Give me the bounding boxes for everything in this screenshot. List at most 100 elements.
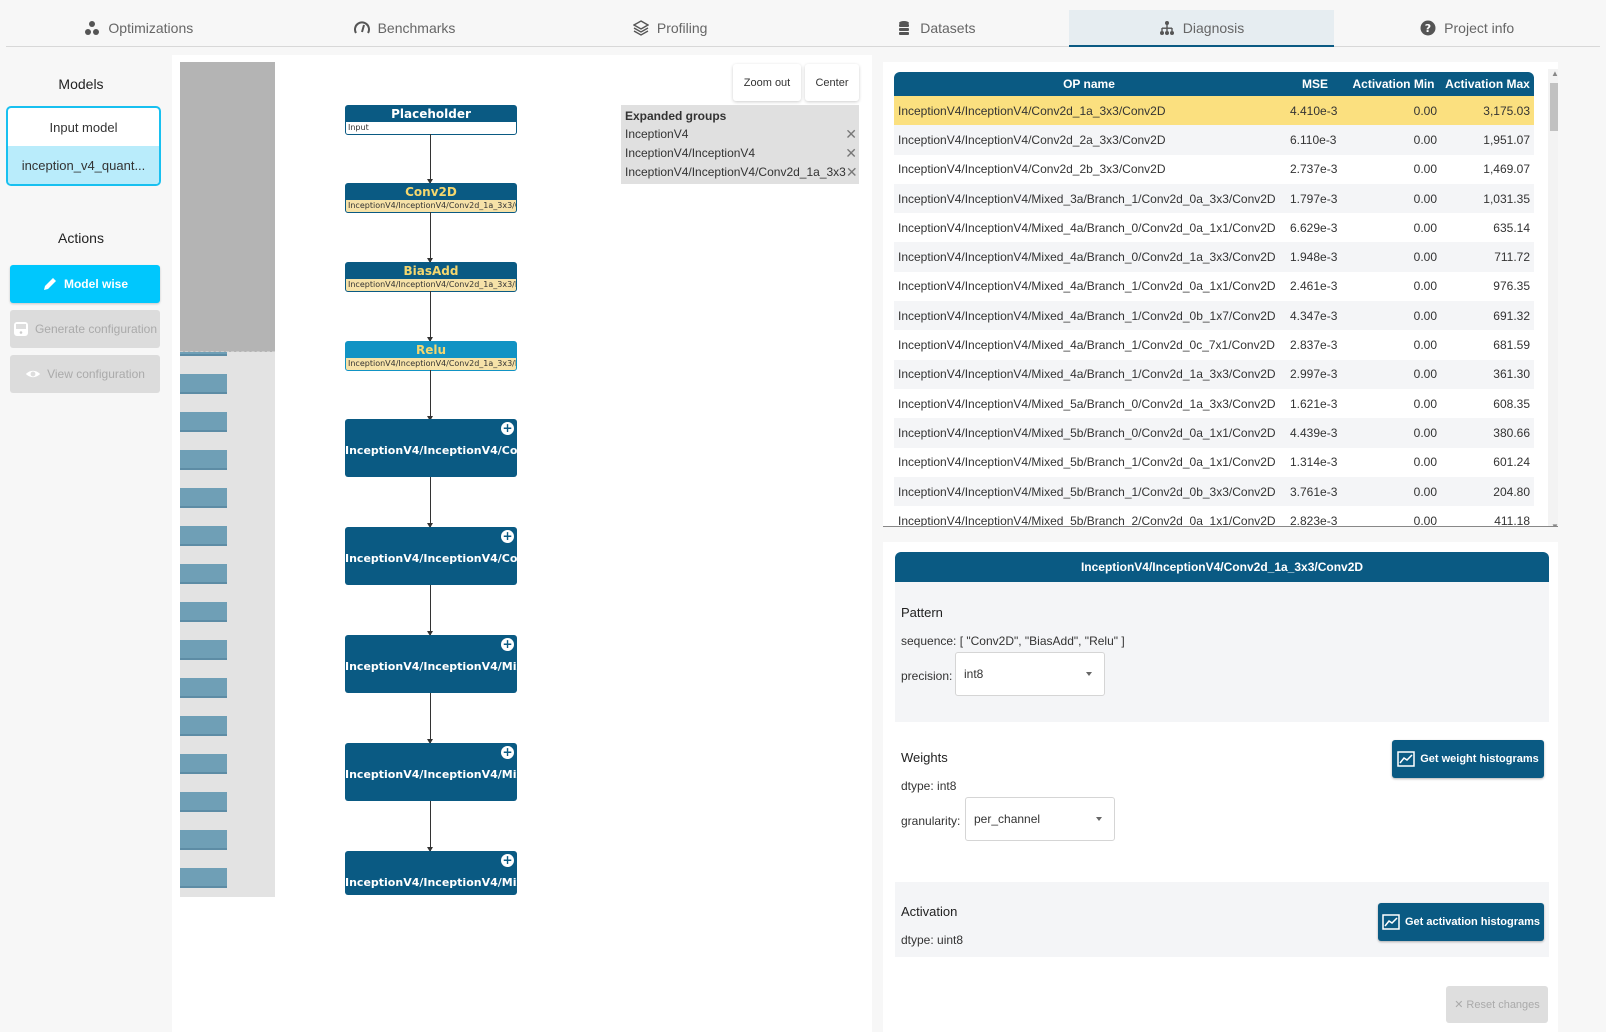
- tab-optimizations[interactable]: Optimizations: [6, 10, 272, 46]
- table-row[interactable]: InceptionV4/InceptionV4/Mixed_4a/Branch_…: [894, 213, 1534, 242]
- cell-activation-max: 635.14: [1493, 220, 1530, 235]
- view-configuration-button[interactable]: View configuration: [10, 355, 160, 393]
- graph-group-node[interactable]: + InceptionV4/InceptionV4/Mixed: [345, 635, 517, 693]
- tab-project-info[interactable]: ? Project info: [1334, 10, 1600, 46]
- cell-activation-max: 691.32: [1441, 301, 1534, 331]
- sitemap-icon: [1159, 21, 1174, 35]
- graph-group-node[interactable]: + InceptionV4/InceptionV4/Conv: [345, 419, 517, 477]
- graph-group-node[interactable]: + InceptionV4/InceptionV4/Mixed: [345, 851, 517, 895]
- cell-op-name: InceptionV4/InceptionV4/Conv2d_2b_3x3/Co…: [898, 162, 1166, 177]
- graph-group-node[interactable]: + InceptionV4/InceptionV4/Conv: [345, 527, 517, 585]
- expanded-group-label: InceptionV4: [625, 127, 689, 141]
- expand-plus-icon[interactable]: +: [501, 530, 514, 543]
- cell-mse: 2.997e-3: [1284, 359, 1346, 389]
- table-row[interactable]: InceptionV4/InceptionV4/Mixed_4a/Branch_…: [894, 301, 1534, 331]
- table-row[interactable]: InceptionV4/InceptionV4/Mixed_5b/Branch_…: [894, 506, 1534, 527]
- table-row[interactable]: InceptionV4/InceptionV4/Mixed_5a/Branch_…: [894, 389, 1534, 418]
- chevron-down-icon: [1086, 672, 1092, 676]
- column-header-activation-min[interactable]: Activation Min: [1346, 72, 1441, 96]
- reset-changes-button[interactable]: ✕ Reset changes: [1446, 986, 1548, 1023]
- graph-edge: [427, 693, 433, 744]
- precision-select[interactable]: int8: [955, 652, 1105, 696]
- minimap-node: [180, 830, 227, 850]
- scrollbar-thumb[interactable]: [1550, 83, 1558, 131]
- expand-plus-icon[interactable]: +: [501, 422, 514, 435]
- cell-activation-min: 0.00: [1346, 476, 1441, 507]
- cell-op-name: InceptionV4/InceptionV4/Mixed_4a/Branch_…: [898, 279, 1276, 294]
- column-header-mse[interactable]: MSE: [1284, 72, 1346, 96]
- tab-datasets[interactable]: Datasets: [803, 10, 1069, 46]
- expanded-group-item: InceptionV4/InceptionV4/Conv2d_1a_3x3 ✕: [623, 163, 858, 182]
- graph-node-conv2d[interactable]: Conv2D InceptionV4/InceptionV4/Conv2d_1a…: [345, 183, 517, 213]
- table-row[interactable]: InceptionV4/InceptionV4/Mixed_4a/Branch_…: [894, 242, 1534, 272]
- expand-plus-icon[interactable]: +: [501, 638, 514, 651]
- table-row[interactable]: InceptionV4/InceptionV4/Mixed_3a/Branch_…: [894, 183, 1534, 214]
- granularity-select[interactable]: per_channel: [965, 797, 1115, 841]
- scroll-up-icon[interactable]: ▲: [1551, 69, 1558, 78]
- cell-activation-min: 0.00: [1413, 455, 1437, 470]
- center-button[interactable]: Center: [805, 64, 859, 101]
- generate-configuration-label: Generate configuration: [34, 322, 158, 336]
- weights-title: Weights: [901, 750, 948, 765]
- cell-activation-min: 0.00: [1346, 96, 1441, 126]
- cell-activation-max: 1,469.07: [1483, 162, 1530, 177]
- view-configuration-label: View configuration: [47, 367, 145, 381]
- cell-op-name: InceptionV4/InceptionV4/Mixed_5b/Branch_…: [894, 476, 1284, 507]
- graph-edge: [427, 585, 433, 636]
- graph-node-placeholder[interactable]: Placeholder Input: [345, 105, 517, 135]
- expanded-group-item: InceptionV4/InceptionV4 ✕: [623, 144, 857, 163]
- minimap-node: [180, 716, 227, 736]
- column-header-op-name[interactable]: OP name: [894, 72, 1284, 96]
- close-icon[interactable]: ✕: [845, 144, 857, 163]
- table-row[interactable]: InceptionV4/InceptionV4/Conv2d_2a_3x3/Co…: [894, 125, 1534, 155]
- graph-canvas[interactable]: Placeholder Input Conv2D InceptionV4/Inc…: [172, 55, 872, 1032]
- table-row[interactable]: InceptionV4/InceptionV4/Mixed_4a/Branch_…: [894, 272, 1534, 301]
- model-wise-button[interactable]: Model wise: [10, 265, 160, 303]
- tab-benchmarks[interactable]: Benchmarks: [272, 10, 538, 46]
- chevron-down-icon: [1096, 817, 1102, 821]
- tab-label: Datasets: [920, 20, 976, 36]
- cell-mse: 2.461e-3: [1290, 279, 1338, 294]
- tab-label: Optimizations: [108, 20, 194, 36]
- table-scrollbar[interactable]: ▲ ▼: [1548, 69, 1558, 527]
- expand-plus-icon[interactable]: +: [501, 854, 514, 867]
- pencil-icon: [43, 278, 56, 290]
- tab-diagnosis[interactable]: Diagnosis: [1068, 10, 1335, 47]
- reset-changes-label: Reset changes: [1466, 998, 1540, 1011]
- table-row[interactable]: InceptionV4/InceptionV4/Mixed_5b/Branch_…: [894, 418, 1534, 448]
- tab-label: Benchmarks: [377, 20, 456, 36]
- graph-node-biasadd[interactable]: BiasAdd InceptionV4/InceptionV4/Conv2d_1…: [345, 262, 517, 292]
- graph-group-node[interactable]: + InceptionV4/InceptionV4/Mixed: [345, 743, 517, 801]
- table-row[interactable]: InceptionV4/InceptionV4/Mixed_5b/Branch_…: [894, 448, 1534, 477]
- table-row[interactable]: InceptionV4/InceptionV4/Conv2d_2b_3x3/Co…: [894, 155, 1534, 184]
- cell-op-name: InceptionV4/InceptionV4/Conv2d_2a_3x3/Co…: [894, 125, 1284, 155]
- column-header-activation-max[interactable]: Activation Max: [1441, 72, 1534, 96]
- table-row[interactable]: InceptionV4/InceptionV4/Conv2d_1a_3x3/Co…: [894, 96, 1534, 126]
- model-item-quantized[interactable]: inception_v4_quant...: [8, 146, 159, 184]
- tab-profiling[interactable]: Profiling: [537, 10, 803, 46]
- model-item-input[interactable]: Input model: [8, 108, 159, 146]
- cell-mse: 4.410e-3: [1284, 96, 1346, 126]
- zoom-out-button[interactable]: Zoom out: [733, 64, 801, 101]
- table-row[interactable]: InceptionV4/InceptionV4/Mixed_5b/Branch_…: [894, 476, 1534, 507]
- minimap-viewport[interactable]: [180, 62, 275, 352]
- table-row[interactable]: InceptionV4/InceptionV4/Mixed_4a/Branch_…: [894, 330, 1534, 359]
- get-activation-histograms-button[interactable]: Get activation histograms: [1378, 903, 1544, 941]
- weights-dtype: dtype: int8: [901, 779, 957, 793]
- save-icon: [13, 322, 28, 336]
- expand-plus-icon[interactable]: +: [501, 746, 514, 759]
- close-icon: ✕: [1454, 999, 1464, 1011]
- close-icon[interactable]: ✕: [846, 163, 858, 182]
- graph-node-relu[interactable]: Relu InceptionV4/InceptionV4/Conv2d_1a_3…: [345, 341, 517, 371]
- table-row[interactable]: InceptionV4/InceptionV4/Mixed_4a/Branch_…: [894, 359, 1534, 389]
- node-name: InceptionV4/InceptionV4/Conv2d_1a_3x3/Re…: [346, 358, 516, 370]
- scroll-down-icon[interactable]: ▼: [1551, 522, 1558, 527]
- cell-op-name: InceptionV4/InceptionV4/Mixed_4a/Branch_…: [894, 359, 1284, 389]
- generate-configuration-button[interactable]: Generate configuration: [10, 310, 160, 348]
- get-weight-histograms-button[interactable]: Get weight histograms: [1392, 740, 1544, 778]
- minimap[interactable]: [180, 62, 275, 897]
- graph-edge: [427, 134, 433, 184]
- cell-op-name: InceptionV4/InceptionV4/Mixed_5b/Branch_…: [898, 455, 1276, 470]
- close-icon[interactable]: ✕: [845, 125, 857, 144]
- precision-label: precision:: [901, 669, 953, 683]
